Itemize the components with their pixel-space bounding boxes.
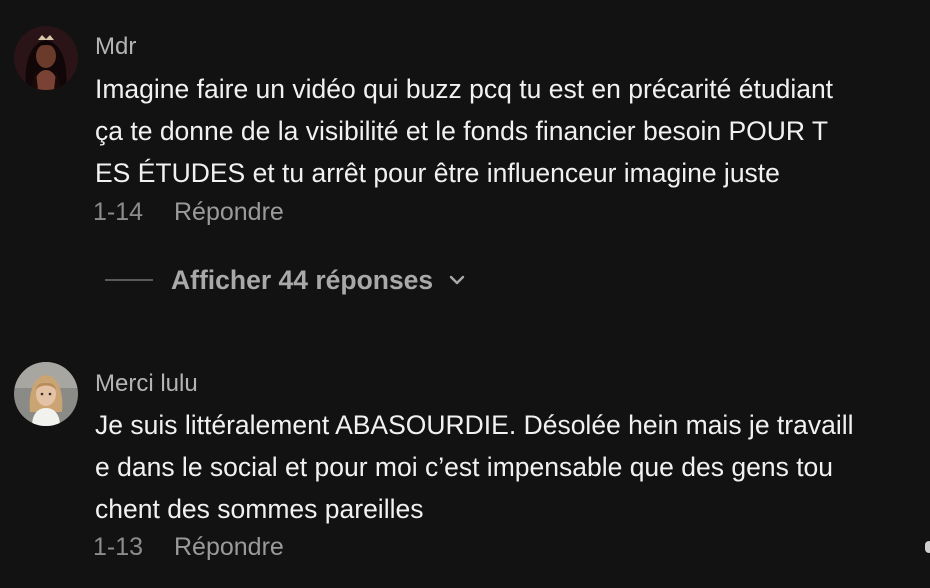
view-replies-button[interactable]: Afficher 44 réponses xyxy=(105,262,467,298)
comment-text-line: e dans le social et pour moi c’est impen… xyxy=(95,452,834,482)
comment-text-line: ES ÉTUDES et tu arrêt pour être influenc… xyxy=(95,158,780,188)
comment-text-line: ça te donne de la visibilité et le fonds… xyxy=(95,116,829,146)
avatar-blonde-woman-icon xyxy=(14,362,78,426)
comment-text-line: Je suis littéralement ABASOURDIE. Désolé… xyxy=(95,410,854,440)
comment-username[interactable]: Merci lulu xyxy=(95,370,198,398)
reply-button[interactable]: Répondre xyxy=(174,198,284,227)
comment-text: Je suis littéralement ABASOURDIE. Désolé… xyxy=(95,404,915,530)
comment-date: 1-14 xyxy=(93,198,144,226)
avatar[interactable] xyxy=(14,362,78,426)
comment-date: 1-13 xyxy=(93,533,144,561)
comment-text-line: Imagine faire un vidéo qui buzz pcq tu e… xyxy=(95,74,834,104)
chevron-down-icon xyxy=(449,275,465,285)
view-replies-label: Afficher 44 réponses xyxy=(171,264,434,295)
comment-username[interactable]: Mdr xyxy=(95,33,136,61)
replies-divider-line xyxy=(105,279,153,281)
comment-text-line: chent des sommes pareilles xyxy=(95,494,424,524)
avatar-dark-hair-woman-icon xyxy=(14,26,78,90)
comment-text: Imagine faire un vidéo qui buzz pcq tu e… xyxy=(95,68,915,194)
comment-item: Mdr Imagine faire un vidéo qui buzz pcq … xyxy=(0,0,930,240)
comment-meta: 1-14 Répondre xyxy=(93,198,284,227)
edge-indicator xyxy=(925,541,930,553)
comment-item: Merci lulu Je suis littéralement ABASOUR… xyxy=(0,340,930,580)
avatar[interactable] xyxy=(14,26,78,90)
comment-meta: 1-13 Répondre xyxy=(93,533,284,562)
reply-button[interactable]: Répondre xyxy=(174,533,284,562)
